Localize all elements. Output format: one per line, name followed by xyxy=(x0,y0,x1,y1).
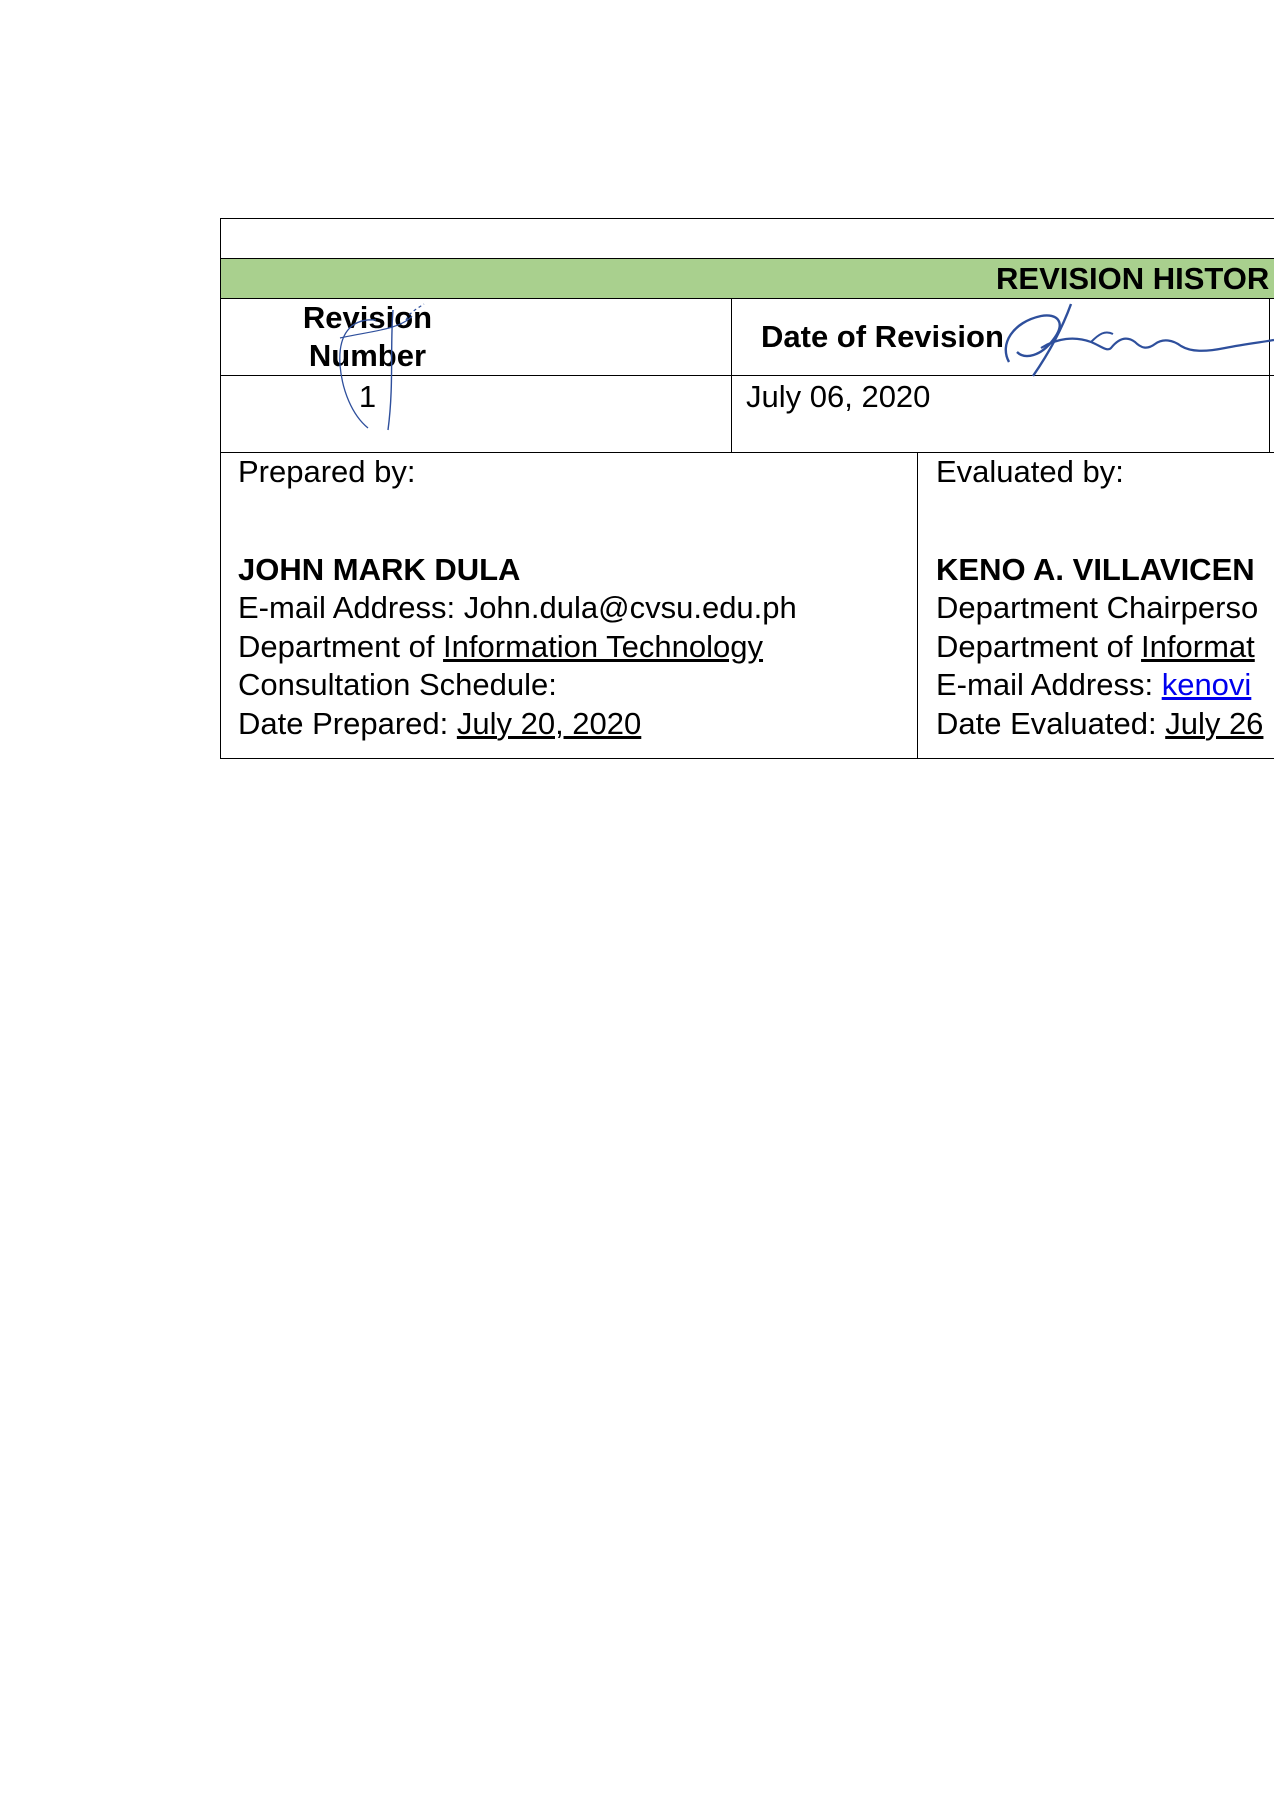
revision-history-title: REVISION HISTOR xyxy=(996,261,1270,296)
preparer-email: E-mail Address: John.dula@cvsu.edu.ph xyxy=(238,590,797,625)
revision-number-cell: 1 xyxy=(358,379,377,414)
document-page: REVISION HISTOR Revision Number Date of … xyxy=(0,0,1274,1800)
evaluated-by-label: Evaluated by: xyxy=(936,454,1124,489)
preparer-name: JOHN MARK DULA xyxy=(238,551,521,587)
column-divider xyxy=(1269,376,1270,452)
evaluator-email-link[interactable]: kenovi xyxy=(1162,667,1252,702)
date-of-revision-cell: July 06, 2020 xyxy=(746,379,931,414)
prepared-by-block: Prepared by: JOHN MARK DULA E-mail Addre… xyxy=(238,453,797,743)
consultation-schedule: Consultation Schedule: xyxy=(238,667,557,702)
revision-history-banner: REVISION HISTOR xyxy=(221,258,1274,298)
signatories-row: Prepared by: JOHN MARK DULA E-mail Addre… xyxy=(221,452,1274,759)
blank-header-row xyxy=(221,218,1274,258)
column-divider xyxy=(1269,299,1270,375)
date-of-revision-header: Date of Revision xyxy=(761,319,1004,354)
prepared-by-label: Prepared by: xyxy=(238,454,416,489)
date-prepared: Date Prepared: July 20, 2020 xyxy=(238,705,642,741)
column-divider xyxy=(731,376,732,452)
evaluator-position: Department Chairperso xyxy=(936,590,1259,625)
evaluated-by-block: Evaluated by: KENO A. VILLAVICEN Departm… xyxy=(936,453,1263,743)
column-divider xyxy=(731,299,732,375)
evaluator-email: E-mail Address: kenovi xyxy=(936,667,1252,702)
revision-number-header: Revision Number xyxy=(302,300,433,373)
date-evaluated: Date Evaluated: July 26 xyxy=(936,705,1264,741)
evaluator-name: KENO A. VILLAVICEN xyxy=(936,551,1255,587)
evaluator-department: Department of Informat xyxy=(936,628,1255,664)
column-divider xyxy=(917,453,918,758)
preparer-department: Department of Information Technology xyxy=(238,628,764,664)
revision-header-row: Revision Number Date of Revision xyxy=(221,298,1274,375)
revision-row: 1 July 06, 2020 xyxy=(221,375,1274,452)
document-table: REVISION HISTOR Revision Number Date of … xyxy=(220,218,1274,759)
